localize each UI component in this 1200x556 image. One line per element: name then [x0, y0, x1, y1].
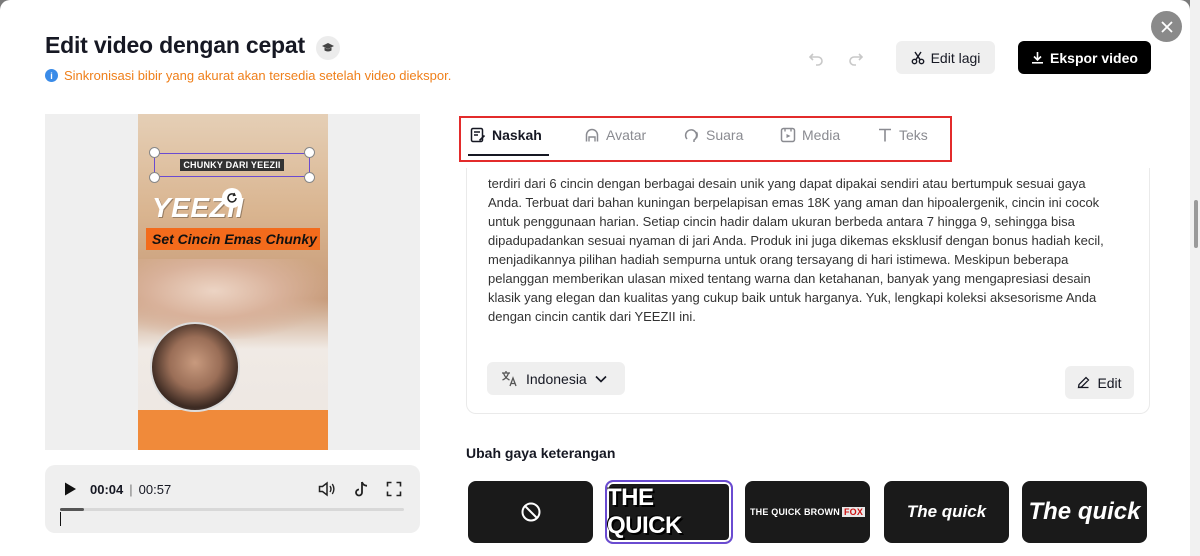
- caption-style-preview: The quick: [906, 502, 987, 521]
- volume-icon[interactable]: [318, 481, 336, 502]
- tab-media-label: Media: [802, 127, 841, 143]
- script-line: menjadikannya pilihan hadiah sempurna un…: [488, 252, 1069, 267]
- banner-overlay-text: Set Cincin Emas Chunky: [146, 228, 320, 250]
- edit-script-label: Edit: [1097, 374, 1122, 391]
- edit-video-modal: Edit video dengan cepat i Sinkronisasi b…: [0, 0, 1190, 556]
- tab-naskah[interactable]: Naskah: [470, 127, 542, 143]
- export-video-label: Ekspor video: [1050, 49, 1138, 66]
- edit-again-button[interactable]: Edit lagi: [896, 41, 995, 74]
- resize-handle-bottom-left[interactable]: [149, 172, 160, 183]
- caption-style-option[interactable]: The quick: [884, 481, 1009, 543]
- tab-suara[interactable]: Suara: [684, 127, 743, 143]
- tab-avatar[interactable]: Avatar: [584, 127, 646, 143]
- tab-suara-label: Suara: [706, 127, 744, 143]
- play-icon[interactable]: [62, 481, 78, 502]
- text-icon: [879, 128, 891, 142]
- scrollbar-track[interactable]: [1190, 0, 1200, 556]
- video-bottom-strip: [138, 410, 328, 450]
- caption-style-none[interactable]: [468, 481, 593, 543]
- script-line: dengan cincin cantik dari YEEZII ini.: [488, 309, 696, 324]
- active-tab-indicator: [468, 154, 549, 156]
- script-line: klasik yang elegan dan kualitas yang cuk…: [488, 290, 1097, 305]
- close-icon: [1160, 20, 1173, 33]
- scissors-icon: [911, 51, 924, 64]
- info-icon: i: [45, 69, 58, 82]
- script-line: Anda. Terbuat dari bahan kuningan berpel…: [488, 195, 1100, 210]
- scrollbar-thumb[interactable]: [1194, 200, 1198, 248]
- download-icon: [1032, 52, 1044, 64]
- caption-style-preview: THE QUICK BROWN FOX: [749, 507, 866, 517]
- tab-naskah-label: Naskah: [492, 127, 542, 143]
- undo-icon[interactable]: [808, 50, 824, 71]
- close-button[interactable]: [1151, 11, 1182, 42]
- voice-icon: [684, 129, 698, 142]
- script-line: terdiri dari 6 cincin dengan berbagai de…: [488, 176, 1086, 191]
- progress-fill: [60, 508, 85, 511]
- redo-icon[interactable]: [848, 50, 864, 71]
- language-label: Indonesia: [526, 370, 587, 387]
- ban-icon: [521, 502, 540, 522]
- script-icon: [470, 127, 486, 143]
- resize-handle-top-right[interactable]: [304, 147, 315, 158]
- resize-handle-top-left[interactable]: [149, 147, 160, 158]
- caption-style-option[interactable]: THE QUICK: [605, 480, 733, 544]
- tab-teks[interactable]: Teks: [877, 127, 928, 143]
- caption-text-box[interactable]: CHUNKY DARI YEEZII: [154, 153, 310, 177]
- script-line: pelanggan memberikan ulasan mixed tentan…: [488, 271, 1091, 286]
- translate-icon: [502, 371, 517, 387]
- media-icon: [780, 127, 796, 143]
- page-title: Edit video dengan cepat: [45, 32, 305, 58]
- fullscreen-icon[interactable]: [386, 481, 402, 502]
- time-separator: |: [129, 482, 133, 497]
- chevron-down-icon: [595, 375, 607, 383]
- resize-handle-bottom-right[interactable]: [304, 172, 315, 183]
- time-display: 00:04 | 00:57: [90, 482, 171, 497]
- graduation-cap-icon[interactable]: [316, 36, 340, 60]
- edit-script-button[interactable]: Edit: [1065, 366, 1134, 399]
- info-message: i Sinkronisasi bibir yang akurat akan te…: [45, 68, 451, 83]
- script-line: dipadupadankan sesuai nyaman di jari And…: [488, 233, 1104, 248]
- tab-teks-label: Teks: [899, 127, 928, 143]
- caption-style-preview: The quick: [1028, 498, 1141, 525]
- language-dropdown[interactable]: Indonesia: [487, 362, 625, 395]
- caption-style-option[interactable]: The quick: [1022, 481, 1147, 543]
- avatar[interactable]: [150, 322, 240, 412]
- pencil-icon: [1078, 376, 1090, 389]
- avatar-icon: [585, 128, 599, 142]
- hands-image: [138, 259, 328, 339]
- caption-style-heading: Ubah gaya keterangan: [466, 445, 616, 461]
- current-time: 00:04: [90, 482, 124, 497]
- progress-bar[interactable]: [60, 508, 404, 511]
- rotate-icon[interactable]: [222, 188, 242, 208]
- tab-avatar-label: Avatar: [606, 127, 647, 143]
- text-cursor: [60, 512, 61, 526]
- duration: 00:57: [138, 482, 172, 497]
- script-line: untuk penggunaan harian. Setiap cincin h…: [488, 214, 1075, 229]
- tab-media[interactable]: Media: [780, 127, 840, 143]
- info-text: Sinkronisasi bibir yang akurat akan ters…: [64, 68, 452, 83]
- caption-style-option[interactable]: THE QUICK BROWN FOX: [745, 481, 870, 543]
- edit-again-label: Edit lagi: [930, 49, 981, 66]
- caption-chip-text: CHUNKY DARI YEEZII: [180, 159, 284, 171]
- export-video-button[interactable]: Ekspor video: [1018, 41, 1151, 74]
- caption-style-preview: THE QUICK: [607, 484, 682, 539]
- script-text[interactable]: terdiri dari 6 cincin dengan berbagai de…: [488, 174, 1128, 326]
- tiktok-icon[interactable]: [353, 481, 369, 503]
